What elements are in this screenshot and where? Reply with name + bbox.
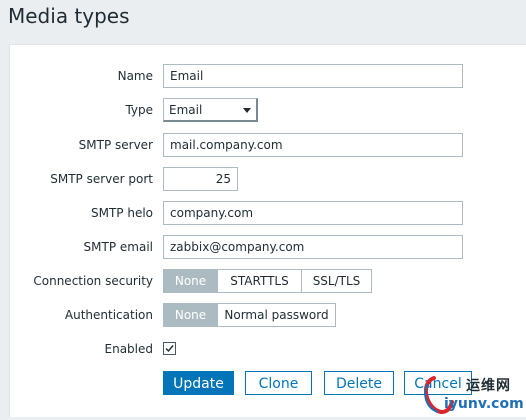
checkmark-icon — [165, 345, 174, 353]
name-input[interactable]: Email — [163, 64, 463, 88]
connection-security-ssltls[interactable]: SSL/TLS — [301, 270, 371, 292]
clone-button[interactable]: Clone — [245, 371, 312, 395]
smtp-helo-label: SMTP helo — [90, 206, 153, 220]
smtp-port-label: SMTP server port — [50, 172, 153, 186]
name-label: Name — [117, 69, 153, 83]
connection-security-label: Connection security — [33, 274, 153, 288]
authentication-toggle: None Normal password — [163, 303, 336, 327]
smtp-server-label: SMTP server — [78, 138, 153, 152]
type-label: Type — [125, 103, 153, 117]
authentication-normal-password[interactable]: Normal password — [217, 304, 335, 326]
authentication-none[interactable]: None — [164, 304, 217, 326]
smtp-helo-input[interactable]: company.com — [163, 201, 463, 225]
smtp-port-input[interactable]: 25 — [163, 167, 238, 191]
smtp-email-input[interactable]: zabbix@company.com — [163, 235, 463, 259]
update-button[interactable]: Update — [163, 371, 234, 395]
form-panel — [9, 44, 526, 417]
smtp-email-label: SMTP email — [83, 240, 153, 254]
connection-security-starttls[interactable]: STARTTLS — [217, 270, 301, 292]
smtp-server-input[interactable]: mail.company.com — [163, 133, 463, 157]
type-select-value: Email — [169, 103, 203, 117]
connection-security-none[interactable]: None — [164, 270, 217, 292]
authentication-label: Authentication — [64, 308, 153, 322]
chevron-down-icon — [243, 108, 251, 113]
enabled-label: Enabled — [104, 342, 154, 356]
page-title: Media types — [8, 4, 130, 28]
connection-security-toggle: None STARTTLS SSL/TLS — [163, 269, 372, 293]
delete-button[interactable]: Delete — [324, 371, 394, 395]
cancel-button[interactable]: Cancel — [404, 371, 472, 395]
enabled-checkbox[interactable] — [163, 342, 176, 355]
type-select[interactable]: Email — [163, 98, 258, 122]
